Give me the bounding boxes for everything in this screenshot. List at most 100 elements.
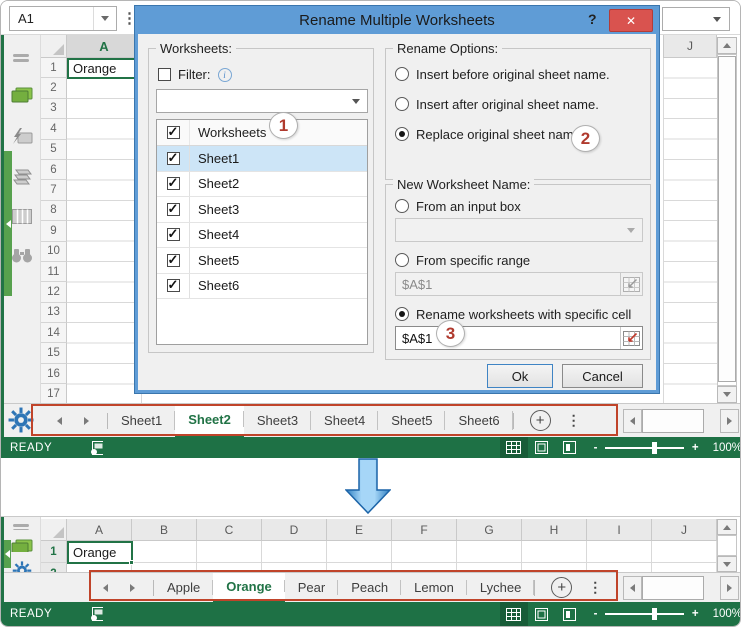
worksheet-checkbox[interactable] [167, 203, 180, 216]
pane-expand-handle[interactable] [4, 151, 12, 296]
name-box-dropdown-icon[interactable] [93, 7, 116, 30]
sheet-tab[interactable]: Sheet1 [108, 404, 175, 437]
page-break-view-button[interactable] [556, 437, 584, 458]
workarea-panes-icon[interactable] [11, 87, 33, 104]
column-header-a[interactable]: A [67, 35, 142, 58]
macro-record-icon[interactable] [90, 441, 102, 455]
row-header[interactable]: 4 [41, 119, 67, 139]
new-sheet-button[interactable]: + [530, 410, 551, 431]
cancel-button[interactable]: Cancel [562, 364, 643, 388]
radio-button[interactable] [395, 67, 409, 81]
column-j-cells[interactable] [663, 58, 717, 403]
row-header[interactable]: 7 [41, 180, 67, 200]
zoom-slider-thumb[interactable] [652, 608, 657, 620]
zoom-in-button[interactable]: + [692, 608, 699, 620]
sheet-tab[interactable]: Orange [213, 573, 285, 602]
tab-scroll-left-icon[interactable] [57, 417, 62, 425]
zoom-slider-thumb[interactable] [652, 442, 657, 454]
sheet-tab[interactable]: Lychee [467, 573, 534, 602]
worksheet-checkbox[interactable] [167, 254, 180, 267]
worksheet-checkbox[interactable] [167, 279, 180, 292]
specific-cell-option[interactable]: Rename worksheets with specific cell [395, 304, 631, 324]
worksheet-list-row[interactable]: Sheet5 [157, 248, 367, 274]
column-header[interactable]: F [392, 519, 457, 541]
zoom-slider[interactable] [605, 447, 683, 449]
worksheet-checkbox[interactable] [167, 228, 180, 241]
normal-view-button[interactable] [500, 602, 528, 626]
row-header[interactable]: 14 [41, 323, 67, 343]
sheet-tab[interactable]: Lemon [401, 573, 467, 602]
cell-picker-button[interactable] [620, 327, 642, 349]
scrollbar-thumb[interactable] [718, 56, 736, 382]
tab-scroll-right-icon[interactable] [130, 584, 135, 592]
scroll-up-button[interactable] [717, 519, 737, 535]
macro-record-icon[interactable] [90, 607, 102, 621]
collapse-pane-icon[interactable] [13, 53, 31, 63]
worksheet-list-row[interactable]: Sheet1 [157, 146, 367, 172]
name-box[interactable]: A1 [9, 6, 117, 31]
from-input-box-option[interactable]: From an input box [395, 196, 521, 216]
sheet-tab[interactable]: Apple [154, 573, 213, 602]
rename-option[interactable]: Insert before original sheet name. [395, 64, 610, 84]
row-header[interactable]: 3 [41, 99, 67, 119]
worksheet-list-header[interactable]: Worksheets [157, 120, 367, 146]
worksheet-list-row[interactable]: Sheet4 [157, 223, 367, 249]
zoom-level[interactable]: 100% [713, 608, 741, 620]
page-layout-view-button[interactable] [528, 602, 556, 626]
column-header[interactable]: A [67, 519, 132, 541]
row-header[interactable]: 17 [41, 384, 67, 403]
scroll-down-button[interactable] [717, 556, 737, 572]
zoom-level[interactable]: 100% [713, 442, 741, 454]
worksheet-list-row[interactable]: Sheet6 [157, 274, 367, 300]
worksheet-list-row[interactable]: Sheet3 [157, 197, 367, 223]
worksheet-checkbox[interactable] [167, 152, 180, 165]
row-header[interactable]: 6 [41, 160, 67, 180]
row-header[interactable]: 15 [41, 343, 67, 363]
radio-button[interactable] [395, 307, 409, 321]
row-header[interactable]: 13 [41, 303, 67, 323]
scroll-left-button[interactable] [623, 576, 642, 600]
ok-button[interactable]: Ok [487, 364, 553, 388]
row-header[interactable]: 10 [41, 242, 67, 262]
scroll-left-button[interactable] [623, 409, 642, 433]
fill-handle[interactable] [129, 560, 134, 565]
sheet-tab[interactable]: Peach [338, 573, 401, 602]
scroll-right-button[interactable] [720, 576, 739, 600]
vertical-scrollbar[interactable] [717, 37, 737, 403]
radio-button[interactable] [395, 127, 409, 141]
column-header-j[interactable]: J [663, 35, 717, 58]
page-break-view-button[interactable] [556, 602, 584, 626]
horizontal-scrollbar[interactable] [623, 576, 739, 600]
row-2-cells[interactable] [67, 563, 717, 572]
row-header[interactable]: 9 [41, 221, 67, 241]
workarea-panes-icon[interactable] [11, 539, 33, 552]
tab-overflow-icon[interactable]: ⋮ [582, 579, 608, 596]
zoom-in-button[interactable]: + [692, 442, 699, 454]
radio-button[interactable] [395, 199, 409, 213]
tab-scroll-left-icon[interactable] [103, 584, 108, 592]
zoom-out-button[interactable]: - [594, 608, 598, 620]
horizontal-scrollbar[interactable] [623, 409, 739, 433]
column-header[interactable]: H [522, 519, 587, 541]
radio-button[interactable] [395, 253, 409, 267]
h-scrollbar-thumb[interactable] [642, 409, 704, 433]
zoom-slider[interactable] [605, 613, 683, 615]
layers-icon[interactable] [11, 169, 33, 185]
sheet-tab[interactable]: Sheet4 [311, 404, 378, 437]
column-header[interactable]: C [197, 519, 262, 541]
sheet-tab[interactable]: Sheet2 [175, 404, 244, 437]
pane-expand-handle[interactable] [4, 540, 11, 568]
page-layout-view-button[interactable] [528, 437, 556, 458]
sheet-tab[interactable]: Sheet5 [378, 404, 445, 437]
worksheet-list-row[interactable]: Sheet2 [157, 172, 367, 198]
row-header[interactable]: 12 [41, 282, 67, 302]
sheet-tab[interactable]: Sheet3 [244, 404, 311, 437]
row-header[interactable]: 1 [41, 541, 67, 563]
new-sheet-button[interactable]: + [551, 577, 572, 598]
row-header[interactable]: 5 [41, 140, 67, 160]
collapse-pane-icon[interactable] [13, 523, 31, 530]
column-a-cells[interactable] [67, 58, 142, 403]
tab-overflow-icon[interactable]: ⋮ [561, 412, 587, 429]
row-1-cells[interactable] [67, 541, 717, 563]
row-header[interactable]: 1 [41, 58, 67, 78]
